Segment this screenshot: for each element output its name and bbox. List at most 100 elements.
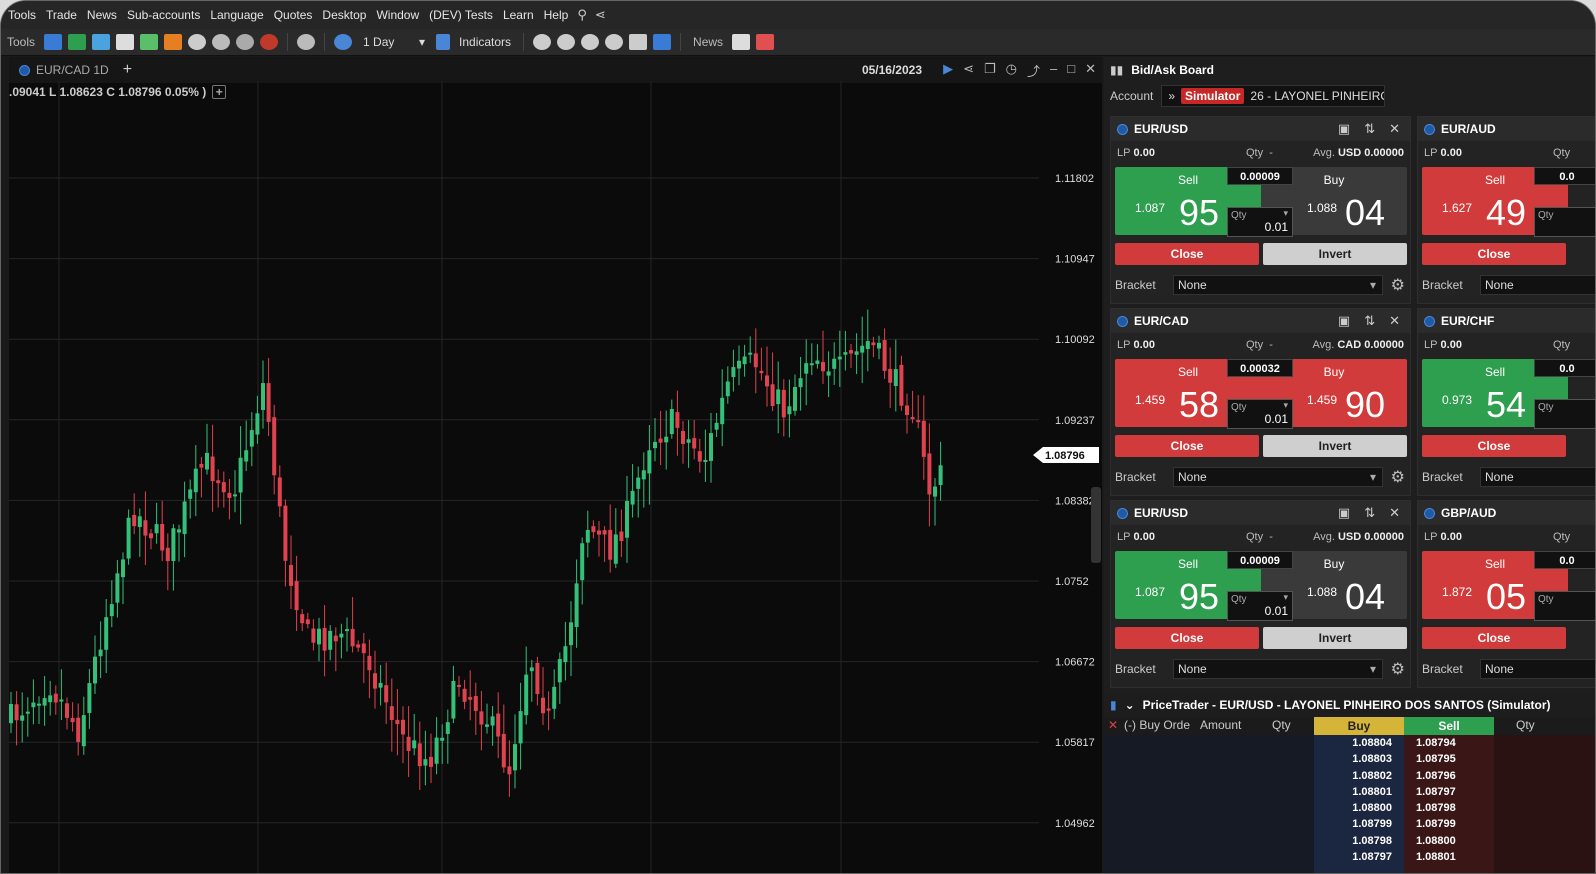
order-qty-input[interactable]: Qty ▾ 0.01 [1227,399,1293,429]
minimize-icon[interactable]: – [1050,61,1057,80]
account-select[interactable]: » Simulator 26 - LAYONEL PINHEIRO ▾ [1161,85,1386,107]
zoom-fit-icon[interactable] [581,34,600,50]
invert-button[interactable]: Invert [1263,243,1407,265]
close-position-button[interactable]: Close [1115,243,1259,265]
menu-desktop[interactable]: Desktop [317,8,371,22]
detach-icon[interactable]: ❐ [984,61,996,80]
buy-price-row[interactable]: 1.08803 [1314,751,1404,767]
chevron-down-icon[interactable]: ⌄ [1125,698,1135,712]
menu-language[interactable]: Language [205,8,268,22]
menu-window[interactable]: Window [371,8,424,22]
trend-icon[interactable]: ⤴ [1027,61,1040,80]
clock-icon[interactable]: ◷ [1006,61,1017,80]
buy-price-row[interactable]: 1.08800 [1314,800,1404,816]
order-qty-input[interactable]: Qty [1534,591,1595,621]
settings-sliders-icon[interactable]: ⇅ [1364,505,1375,521]
grid-icon[interactable] [164,34,183,50]
gear-icon[interactable]: ⚙ [1391,659,1405,679]
search-icon[interactable]: ⚲ [573,7,591,23]
clock-icon[interactable] [334,34,353,50]
menu-tools[interactable]: Tools [3,8,41,22]
save-icon[interactable] [92,34,111,50]
menu-quotes[interactable]: Quotes [269,8,318,22]
menu-trade[interactable]: Trade [41,8,82,22]
zoom-reset-icon[interactable] [605,34,624,50]
menu-learn[interactable]: Learn [498,8,539,22]
invert-button[interactable]: Invert [1263,627,1407,649]
maximize-icon[interactable]: □ [1067,61,1075,80]
bracket-select[interactable]: None [1480,659,1595,679]
bracket-select[interactable]: None [1480,467,1595,487]
news-label[interactable]: News [687,35,729,49]
chevron-down-icon[interactable]: ▾ [1283,400,1288,411]
alarm-icon[interactable] [188,34,207,50]
buy-price-row[interactable]: 1.08804 [1314,735,1404,751]
buy-price-row[interactable]: 1.08797 [1314,849,1404,865]
chart-icon[interactable]: ▣ [1338,505,1350,521]
play-icon[interactable]: ▶ [943,61,953,80]
share-icon[interactable]: ⋖ [591,7,610,23]
close-position-button[interactable]: Close [1422,435,1566,457]
menu-sub-accounts[interactable]: Sub-accounts [122,8,205,22]
gear-icon[interactable]: ⚙ [1391,467,1405,487]
close-position-button[interactable]: Close [1115,627,1259,649]
sell-price-row[interactable]: 1.08798 [1404,800,1494,816]
sell-price-row[interactable]: 1.08796 [1404,768,1494,784]
replay-icon[interactable] [212,34,231,50]
order-qty-input[interactable]: Qty ▾ 0.01 [1227,207,1293,237]
ladder-icon[interactable] [140,34,159,50]
sell-price-row[interactable]: 1.08795 [1404,751,1494,767]
close-icon[interactable]: ✕ [1389,121,1400,137]
settings-sliders-icon[interactable]: ⇅ [1364,121,1375,137]
buy-ladder[interactable]: 1.08804 1.08803 1.08802 1.08801 1.08800 1.087… [1314,735,1404,873]
menu-help[interactable]: Help [539,8,574,22]
sell-price-row[interactable]: 1.08799 [1404,816,1494,832]
order-qty-input[interactable]: Qty [1534,399,1595,429]
order-qty-input[interactable]: Qty [1534,207,1595,237]
share-icon[interactable]: ⋖ [963,61,974,80]
chart-icon[interactable]: ▣ [1338,121,1350,137]
settings-sliders-icon[interactable]: ⇅ [1364,313,1375,329]
gear-icon[interactable] [297,34,316,50]
close-icon[interactable]: ✕ [1389,313,1400,329]
zoom-in-icon[interactable] [533,34,552,50]
buy-price-row[interactable]: 1.08799 [1314,816,1404,832]
dollar-icon[interactable] [236,34,255,50]
buy-price-row[interactable]: 1.08802 [1314,768,1404,784]
add-indicator-icon[interactable]: + [212,85,227,99]
menu-dev-tests[interactable]: (DEV) Tests [424,8,498,22]
panel-collapse-handle[interactable] [1091,487,1101,563]
close-icon[interactable]: ✕ [1389,505,1400,521]
buy-price-row[interactable]: 1.08798 [1314,833,1404,849]
candlestick-chart[interactable]: 1.11802 1.10947 1.10092 1.09237 1.08382 1.075… [9,81,1102,874]
trade-arrows-icon[interactable] [68,34,87,50]
close-position-button[interactable]: Close [1422,243,1566,265]
bracket-select[interactable]: None [1480,275,1595,295]
sell-ladder[interactable]: 1.08794 1.08795 1.08796 1.08797 1.08798 1.087… [1404,735,1494,873]
zoom-out-icon[interactable] [557,34,576,50]
timeframe-select[interactable]: 1 Day ▾ [355,35,433,49]
order-qty-input[interactable]: Qty ▾ 0.01 [1227,591,1293,621]
buy-price-row[interactable]: 1.08801 [1314,784,1404,800]
close-icon[interactable]: ✕ [1108,718,1118,732]
table-icon[interactable] [116,34,135,50]
layout-grid-icon[interactable] [653,34,672,50]
invert-button[interactable]: Invert [1263,435,1407,457]
sell-price-row[interactable]: 1.08800 [1404,833,1494,849]
bracket-select[interactable]: None [1173,467,1383,487]
bracket-select[interactable]: None [1173,275,1383,295]
bracket-select[interactable]: None [1173,659,1383,679]
add-tab-icon[interactable]: + [123,61,132,79]
gear-icon[interactable]: ⚙ [1391,275,1405,295]
sell-price-row[interactable]: 1.08794 [1404,735,1494,751]
menu-news[interactable]: News [82,8,122,22]
sell-price-row[interactable]: 1.08797 [1404,784,1494,800]
close-position-button[interactable]: Close [1115,435,1259,457]
close-position-button[interactable]: Close [1422,627,1566,649]
sell-price-row[interactable]: 1.08801 [1404,849,1494,865]
chat-icon[interactable] [260,34,279,50]
chart-type-icon[interactable] [629,34,648,50]
dollar-doc-icon[interactable] [756,34,775,50]
layout-icon[interactable] [44,34,63,50]
chart-icon[interactable]: ▣ [1338,313,1350,329]
